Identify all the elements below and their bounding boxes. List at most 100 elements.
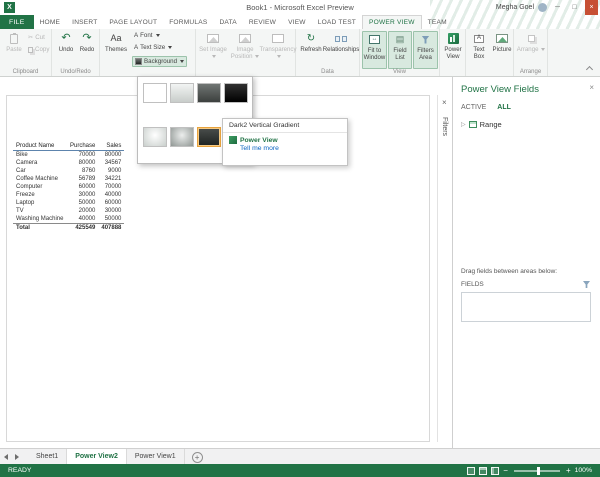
ribbon: Paste ✂ Cut Copy Clipboard ↶ Undo ↷ Redo…	[0, 29, 600, 77]
cut-button[interactable]: ✂ Cut	[26, 33, 47, 42]
sheet-nav-prev[interactable]	[0, 449, 11, 464]
tab-view[interactable]: VIEW	[282, 15, 312, 29]
minimize-button[interactable]: ─	[551, 0, 564, 15]
arrange-button[interactable]: Arrange	[516, 31, 546, 53]
paste-button[interactable]: Paste	[3, 31, 25, 53]
fields-area-label: FIELDS	[461, 281, 484, 288]
group-insert: A Text Box Picture	[466, 29, 514, 76]
font-button[interactable]: A Font	[132, 31, 162, 40]
tab-home[interactable]: HOME	[34, 15, 67, 29]
window-title: Book1 - Microsoft Excel Preview	[246, 3, 354, 12]
tell-me-more-link[interactable]: Tell me more	[240, 145, 341, 152]
user-name[interactable]: Megha Goel	[496, 4, 534, 11]
background-swatch[interactable]	[197, 83, 221, 103]
table-row: Camera 80000 34567	[16, 160, 122, 166]
avatar[interactable]	[538, 3, 547, 12]
filters-close-icon[interactable]: ×	[442, 98, 447, 107]
filters-area-button[interactable]: Filters Area	[413, 31, 438, 69]
cut-icon: ✂	[28, 34, 34, 41]
power-view-button[interactable]: Power View	[442, 31, 464, 60]
group-picture: Set Image Image Position Transparency	[196, 29, 297, 76]
group-undo-redo: ↶ Undo ↷ Redo Undo/Redo	[52, 29, 100, 76]
tab-page-layout[interactable]: PAGE LAYOUT	[103, 15, 163, 29]
tab-team[interactable]: TEAM	[422, 15, 453, 29]
group-arrange: Arrange Arrange	[514, 29, 548, 76]
fields-tab-active[interactable]: ACTIVE	[461, 104, 486, 111]
refresh-button[interactable]: ↻ Refresh	[298, 31, 324, 53]
column-header[interactable]: Sales	[98, 142, 125, 151]
set-image-button[interactable]: Set Image	[199, 31, 227, 60]
image-position-button[interactable]: Image Position	[229, 31, 261, 60]
table-row: TV 20000 30000	[16, 208, 122, 214]
tab-insert[interactable]: INSERT	[66, 15, 103, 29]
maximize-button[interactable]: □	[568, 0, 581, 15]
field-item-range[interactable]: ▷ Range	[461, 120, 592, 129]
paste-icon	[10, 32, 18, 44]
column-header[interactable]: Product Name	[13, 142, 67, 151]
fields-tab-all[interactable]: ALL	[497, 104, 511, 111]
copy-button[interactable]: Copy	[26, 45, 51, 54]
background-swatch[interactable]	[143, 127, 167, 147]
tab-file[interactable]: FILE	[0, 15, 34, 29]
text-box-icon: A	[474, 34, 484, 43]
sheet-nav-next[interactable]	[11, 449, 22, 464]
themes-button[interactable]: Aa Themes	[103, 31, 129, 53]
transparency-button[interactable]: Transparency	[259, 31, 297, 60]
column-header[interactable]: Purchase	[67, 142, 99, 151]
tab-formulas[interactable]: FORMULAS	[163, 15, 213, 29]
panel-title: Power View Fields	[461, 84, 539, 95]
sheet-tab-power-view2[interactable]: Power View2	[67, 449, 127, 464]
expand-triangle-icon[interactable]: ▷	[461, 121, 466, 128]
undo-button[interactable]: ↶ Undo	[56, 31, 76, 53]
redo-button[interactable]: ↷ Redo	[77, 31, 97, 53]
text-box-button[interactable]: A Text Box	[468, 31, 490, 60]
zoom-slider-handle[interactable]	[536, 466, 540, 475]
tab-power-view[interactable]: POWER VIEW	[362, 15, 422, 29]
table-row: Washing Machine 40000 50000	[16, 216, 122, 222]
panel-close-icon[interactable]: ×	[589, 83, 594, 92]
report-table[interactable]: Product Name Purchase Sales Bike 70000 800…	[13, 142, 125, 232]
filters-pane-label[interactable]: Filters	[441, 117, 448, 136]
field-list-button[interactable]: ▤ Field List	[388, 31, 412, 69]
page-break-view-icon[interactable]	[491, 466, 500, 475]
fields-drop-area[interactable]	[461, 292, 591, 322]
zoom-level[interactable]: 100%	[575, 467, 592, 474]
dropdown-arrow-icon	[180, 60, 185, 63]
refresh-icon: ↻	[306, 32, 316, 44]
insert-picture-button[interactable]: Picture	[491, 31, 513, 53]
zoom-in-button[interactable]: +	[566, 466, 571, 475]
sheet-tab-power-view1[interactable]: Power View1	[127, 449, 185, 464]
relationships-button[interactable]: Relationships	[323, 31, 359, 53]
tooltip-title: Dark2 Vertical Gradient	[229, 122, 300, 129]
page-layout-view-icon[interactable]	[479, 466, 488, 475]
transparency-icon	[272, 34, 284, 43]
collapse-ribbon-icon[interactable]	[585, 65, 594, 74]
fit-to-window-button[interactable]: ↔ Fit to Window	[362, 31, 387, 69]
undo-icon: ↶	[61, 32, 71, 45]
normal-view-icon[interactable]	[467, 466, 476, 475]
text-size-button[interactable]: A Text Size	[132, 43, 174, 52]
tab-load-test[interactable]: LOAD TEST	[312, 15, 362, 29]
tab-data[interactable]: DATA	[213, 15, 242, 29]
filters-pane-collapsed[interactable]: × Filters	[437, 95, 452, 442]
zoom-out-button[interactable]: −	[503, 466, 508, 475]
filters-area-icon	[421, 35, 430, 44]
dropdown-arrow-icon	[276, 55, 281, 58]
background-swatch[interactable]	[197, 127, 221, 147]
add-sheet-button[interactable]: +	[191, 452, 203, 463]
sheet-tab-sheet1[interactable]: Sheet1	[28, 449, 68, 464]
zoom-slider[interactable]	[513, 466, 560, 475]
tab-review[interactable]: REVIEW	[243, 15, 282, 29]
background-swatch[interactable]	[170, 83, 194, 103]
excel-window: X Book1 - Microsoft Excel Preview Megha …	[0, 0, 600, 477]
table-row: Car 8760 9000	[16, 168, 122, 174]
table-row: Computer 60000 70000	[16, 184, 122, 190]
background-swatch[interactable]	[143, 83, 167, 103]
close-button[interactable]: ×	[585, 0, 598, 15]
group-themes: Aa Themes A Font A Text Size Background	[100, 29, 196, 76]
background-swatch[interactable]	[170, 127, 194, 147]
group-clipboard: Paste ✂ Cut Copy Clipboard	[0, 29, 52, 76]
undo-redo-group-label: Undo/Redo	[60, 69, 91, 75]
background-swatch[interactable]	[224, 83, 248, 103]
background-button[interactable]: Background	[132, 56, 188, 67]
